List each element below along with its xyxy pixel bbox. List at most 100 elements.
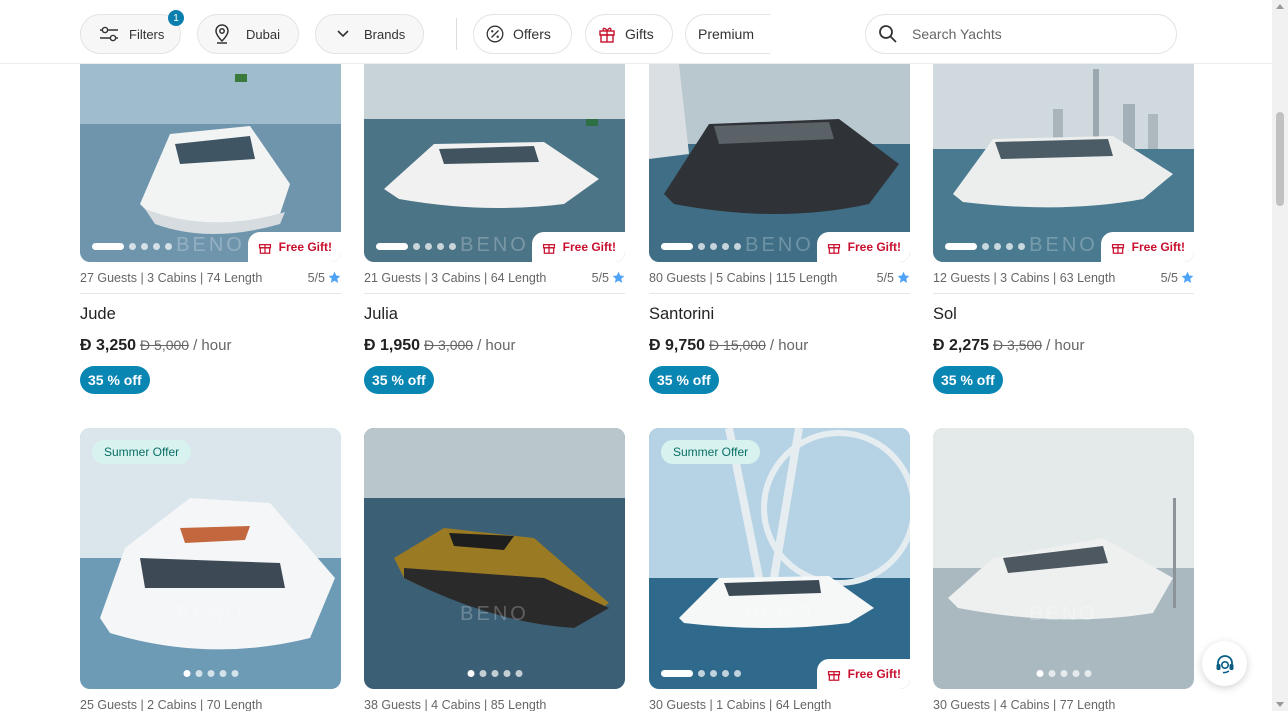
premium-chip[interactable]: Premium	[685, 14, 770, 54]
image-carousel-dots[interactable]	[1036, 670, 1091, 677]
current-price: Ð 3,250	[80, 337, 137, 354]
scrollbar-thumb[interactable]	[1276, 112, 1284, 206]
image-carousel-dots[interactable]	[467, 670, 522, 677]
yacht-specs: 30 Guests | 4 Cabins | 77 Length	[933, 689, 1194, 711]
yacht-specs: 27 Guests | 3 Cabins | 74 Length 5/5	[80, 262, 341, 294]
old-price: Ð 3,500	[993, 337, 1043, 353]
per-hour: / hour	[1046, 337, 1085, 354]
free-gift-tag: Free Gift!	[531, 232, 625, 262]
brands-label: Brands	[364, 26, 406, 42]
image-carousel-dots[interactable]	[945, 243, 1025, 250]
star-icon	[1181, 271, 1194, 283]
location-selector[interactable]: Dubai	[197, 14, 299, 54]
yacht-specs-text: 30 Guests | 1 Cabins | 64 Length	[649, 698, 832, 711]
yacht-specs-text: 38 Guests | 4 Cabins | 85 Length	[364, 698, 547, 711]
yacht-name[interactable]: Sol	[933, 305, 1194, 327]
yacht-name[interactable]: Julia	[364, 305, 625, 327]
yacht-image[interactable]: BENO	[364, 428, 625, 689]
yacht-card[interactable]: BENO 38 Guests | 4 Cabins | 85 Length	[364, 428, 625, 711]
scroll-up-arrow[interactable]	[1276, 4, 1284, 9]
chevron-down-icon	[337, 30, 349, 38]
yacht-image[interactable]: BENO Free Gift!	[364, 64, 625, 262]
search-box[interactable]	[865, 14, 1177, 54]
yacht-price: Ð 3,250 Ð 5,000/ hour	[80, 337, 341, 355]
old-price: Ð 15,000	[709, 337, 766, 353]
yacht-card[interactable]: Summer Offer BENO Free Gift! 30 Guests |…	[649, 428, 910, 711]
filters-button[interactable]: Filters	[80, 14, 181, 54]
yacht-price: Ð 1,950 Ð 3,000/ hour	[364, 337, 625, 355]
yacht-card[interactable]: BENO Free Gift! 80 Guests | 5 Cabins | 1…	[649, 64, 910, 394]
yacht-specs: 38 Guests | 4 Cabins | 85 Length	[364, 689, 625, 711]
sliders-icon	[100, 26, 118, 42]
free-gift-tag: Free Gift!	[1100, 232, 1194, 262]
rating: 5/5	[1161, 271, 1194, 285]
gifts-label: Gifts	[625, 26, 654, 42]
free-gift-tag: Free Gift!	[816, 659, 910, 689]
page-scrollbar[interactable]	[1272, 0, 1288, 711]
yacht-specs: 12 Guests | 3 Cabins | 63 Length 5/5	[933, 262, 1194, 294]
watermark: BENO	[1029, 603, 1098, 625]
yacht-card[interactable]: Summer Offer BENO 25 Guests | 2 Cabins |…	[80, 428, 341, 711]
gifts-chip[interactable]: Gifts	[585, 14, 673, 54]
rating: 5/5	[308, 271, 341, 285]
yacht-name[interactable]: Jude	[80, 305, 341, 327]
free-gift-label: Free Gift!	[562, 240, 616, 254]
brands-dropdown[interactable]: Brands	[315, 14, 424, 54]
rating-value: 5/5	[591, 270, 609, 285]
watermark: BENO	[176, 603, 245, 625]
discount-badge: 35 % off	[933, 366, 1003, 394]
yacht-price: Ð 2,275 Ð 3,500/ hour	[933, 337, 1194, 355]
search-icon	[879, 25, 897, 43]
summer-offer-tag: Summer Offer	[661, 440, 761, 464]
rating: 5/5	[877, 271, 910, 285]
premium-label: Premium	[698, 26, 755, 42]
yacht-specs: 30 Guests | 1 Cabins | 64 Length	[649, 689, 910, 711]
per-hour: / hour	[193, 337, 232, 354]
yacht-specs-text: 30 Guests | 4 Cabins | 77 Length	[933, 698, 1116, 711]
gift-icon	[1111, 244, 1124, 254]
yacht-image[interactable]: BENO Free Gift!	[933, 64, 1194, 262]
filters-label: Filters	[129, 26, 165, 42]
yacht-image[interactable]: BENO Free Gift!	[649, 64, 910, 262]
yacht-specs-text: 80 Guests | 5 Cabins | 115 Length	[649, 270, 838, 285]
image-carousel-dots[interactable]	[661, 670, 741, 677]
yacht-image[interactable]: Summer Offer BENO Free Gift!	[649, 428, 910, 689]
yacht-specs: 80 Guests | 5 Cabins | 115 Length 5/5	[649, 262, 910, 294]
free-gift-tag: Free Gift!	[816, 232, 910, 262]
current-price: Ð 2,275	[933, 337, 990, 354]
discount-badge: 35 % off	[364, 366, 434, 394]
offers-chip[interactable]: Offers	[473, 14, 572, 54]
rating: 5/5	[592, 271, 625, 285]
yacht-image[interactable]: Summer Offer BENO	[80, 428, 341, 689]
image-carousel-dots[interactable]	[183, 670, 238, 677]
support-chat-button[interactable]	[1202, 641, 1247, 686]
toolbar-divider	[456, 18, 457, 50]
star-icon	[328, 271, 341, 283]
yacht-specs-text: 12 Guests | 3 Cabins | 63 Length	[933, 270, 1116, 285]
yacht-card[interactable]: BENO Free Gift! 21 Guests | 3 Cabins | 6…	[364, 64, 625, 394]
yacht-card[interactable]: BENO 30 Guests | 4 Cabins | 77 Length	[933, 428, 1194, 711]
search-input[interactable]	[912, 26, 1152, 42]
percent-icon	[486, 25, 504, 43]
free-gift-label: Free Gift!	[1131, 240, 1185, 254]
yacht-specs-text: 27 Guests | 3 Cabins | 74 Length	[80, 270, 263, 285]
yacht-card[interactable]: BENO Free Gift! 27 Guests | 3 Cabins | 7…	[80, 64, 341, 394]
yacht-image[interactable]: BENO Free Gift!	[80, 64, 341, 262]
image-carousel-dots[interactable]	[92, 243, 172, 250]
image-carousel-dots[interactable]	[376, 243, 456, 250]
old-price: Ð 3,000	[424, 337, 474, 353]
yacht-specs-text: 21 Guests | 3 Cabins | 64 Length	[364, 270, 547, 285]
yacht-name[interactable]: Santorini	[649, 305, 910, 327]
yacht-specs-text: 25 Guests | 2 Cabins | 70 Length	[80, 698, 263, 711]
summer-offer-tag: Summer Offer	[92, 440, 192, 464]
yacht-image[interactable]: BENO	[933, 428, 1194, 689]
gift-icon	[542, 244, 555, 254]
free-gift-tag: Free Gift!	[247, 232, 341, 262]
rating-value: 5/5	[307, 270, 325, 285]
yacht-card[interactable]: BENO Free Gift! 12 Guests | 3 Cabins | 6…	[933, 64, 1194, 394]
map-pin-icon	[215, 24, 229, 44]
scroll-down-arrow[interactable]	[1276, 702, 1284, 707]
watermark: BENO	[460, 603, 529, 625]
gift-icon	[827, 244, 840, 254]
image-carousel-dots[interactable]	[661, 243, 741, 250]
